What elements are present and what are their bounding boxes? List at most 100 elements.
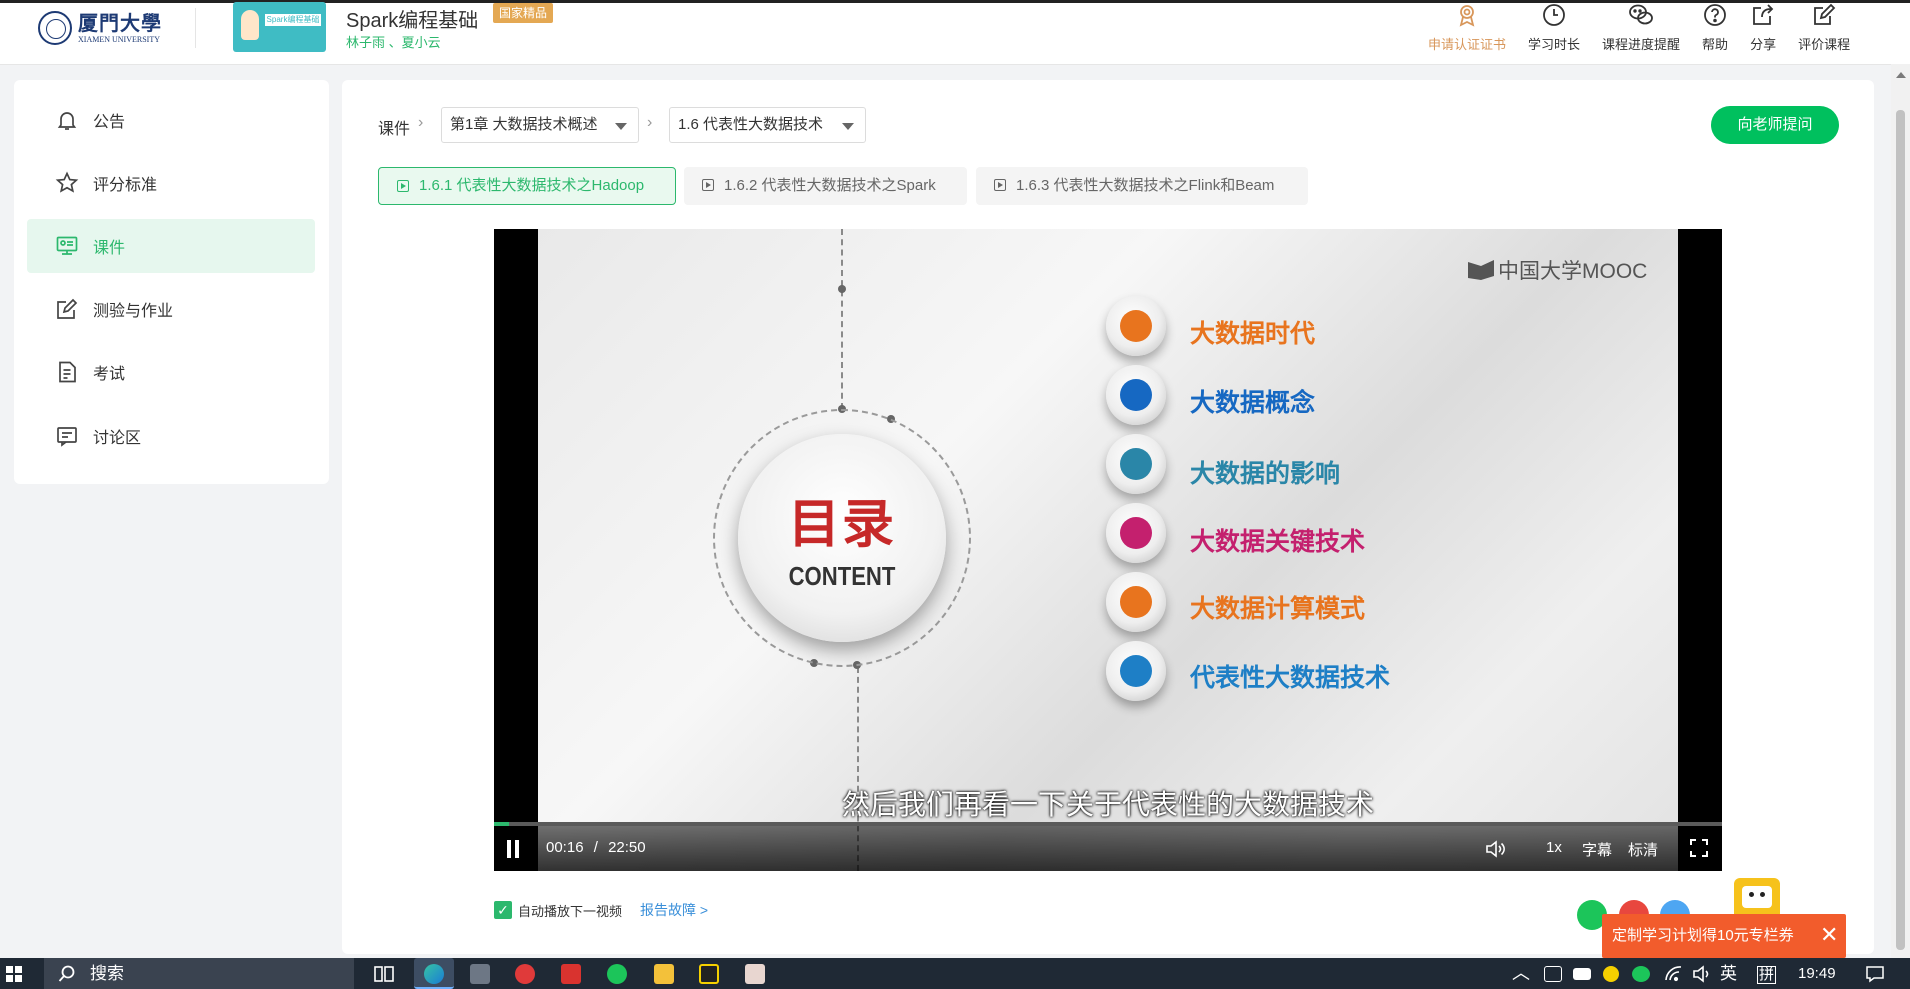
sidebar-item-exam[interactable]: 考试: [27, 345, 315, 399]
slide-item: 大数据关键技术: [1190, 528, 1366, 556]
tray-expand-icon[interactable]: ︿: [1512, 958, 1530, 989]
edge-browser-icon[interactable]: [414, 958, 454, 989]
wifi-icon[interactable]: [1664, 965, 1684, 983]
windows-start-icon[interactable]: [6, 966, 22, 982]
wechat-app-icon[interactable]: [607, 964, 627, 984]
breadcrumb-root[interactable]: 课件: [378, 115, 410, 139]
slide-decor-dot: [838, 285, 846, 293]
qq-tray-icon[interactable]: [1603, 966, 1619, 982]
progress-reminder-label: 课程进度提醒: [1602, 37, 1681, 52]
course-sidebar: 公告评分标准课件测验与作业考试讨论区: [14, 80, 329, 484]
university-logo[interactable]: 厦門大學 XIAMEN UNIVERSITY: [38, 6, 163, 50]
slide-bullet: [1106, 572, 1166, 632]
taskbar-search[interactable]: 搜索: [44, 958, 354, 989]
rate-course-label: 评价课程: [1798, 37, 1851, 52]
video-time: 00:16 / 22:50: [546, 839, 646, 856]
slide-title: 目录: [787, 496, 896, 554]
scrollbar-thumb[interactable]: [1896, 110, 1905, 950]
fullscreen-icon[interactable]: [1690, 839, 1708, 857]
chevron-right-icon: ›: [418, 114, 424, 131]
tab-spark[interactable]: 1.6.2 代表性大数据技术之Spark: [684, 167, 967, 205]
captions-button[interactable]: 字幕: [1582, 839, 1612, 860]
share-icon: [1753, 4, 1774, 25]
sidebar-item-label: 课件: [93, 240, 126, 257]
tab-flink-beam[interactable]: 1.6.3 代表性大数据技术之Flink和Beam: [976, 167, 1308, 205]
video-play-icon: [702, 179, 714, 191]
course-thumbnail[interactable]: Spark编程基础: [233, 2, 326, 52]
quality-button[interactable]: 标清: [1628, 839, 1658, 860]
course-title[interactable]: Spark编程基础: [346, 4, 478, 33]
study-time-button[interactable]: 学习时长: [1528, 0, 1580, 60]
search-icon: [58, 965, 75, 982]
chevron-down-icon: [842, 123, 854, 130]
video-subtitle: 然后我们再看一下关于代表性的大数据技术: [841, 789, 1374, 820]
notification-icon[interactable]: [1865, 965, 1885, 983]
windows-taskbar: 搜索 ︿ 英 拼 19:49: [0, 958, 1910, 989]
time-separator: /: [593, 839, 598, 856]
playback-speed-button[interactable]: 1x: [1546, 839, 1562, 856]
tab-spark-label: 1.6.2 代表性大数据技术之Spark: [724, 177, 936, 194]
tray-app-icon[interactable]: [1544, 966, 1562, 982]
task-view-icon[interactable]: [374, 965, 394, 983]
current-time: 00:16: [546, 839, 584, 856]
video-play-icon: [994, 179, 1006, 191]
chapter-select[interactable]: 第1章 大数据技术概述: [441, 107, 639, 143]
pause-icon[interactable]: [506, 840, 520, 858]
battery-icon[interactable]: [1573, 968, 1591, 980]
slide-item: 大数据概念: [1190, 389, 1316, 417]
section-select[interactable]: 1.6 代表性大数据技术: [669, 107, 866, 143]
app-icon[interactable]: [470, 964, 490, 984]
ask-teacher-button[interactable]: 向老师提问: [1711, 106, 1839, 144]
progress-reminder-button[interactable]: 课程进度提醒: [1602, 0, 1680, 60]
share-button[interactable]: 分享: [1750, 0, 1776, 60]
slide-item: 大数据计算模式: [1190, 595, 1366, 623]
scroll-up-icon[interactable]: [1896, 72, 1906, 78]
sidebar-item-label: 测验与作业: [93, 303, 174, 320]
netease-music-icon[interactable]: [515, 964, 535, 984]
discussion-icon: [57, 427, 77, 447]
ime-language[interactable]: 英: [1720, 958, 1737, 989]
autoplay-checkbox[interactable]: ✓: [494, 901, 512, 919]
slide-bullet: [1106, 641, 1166, 701]
thumbnail-figure: [241, 10, 259, 40]
main-panel: 课件 › 第1章 大数据技术概述 › 1.6 代表性大数据技术 向老师提问 1.…: [342, 80, 1874, 954]
sidebar-item-announcement[interactable]: 公告: [27, 93, 315, 147]
qq-app-icon[interactable]: [699, 964, 719, 984]
sidebar-item-courseware[interactable]: 课件: [27, 219, 315, 273]
quiz-icon: [57, 298, 78, 319]
help-button[interactable]: 帮助: [1702, 0, 1728, 60]
slide-bullet: [1106, 503, 1166, 563]
sidebar-item-grading[interactable]: 评分标准: [27, 156, 315, 210]
speaker-icon[interactable]: [1692, 965, 1712, 983]
chapter-select-value: 第1章 大数据技术概述: [450, 116, 598, 133]
rate-course-button[interactable]: 评价课程: [1798, 0, 1850, 60]
page-scrollbar[interactable]: [1891, 64, 1910, 958]
university-seal-icon: [38, 11, 72, 45]
taskbar-clock[interactable]: 19:49: [1798, 958, 1836, 989]
wps-icon[interactable]: [561, 964, 581, 984]
image-viewer-icon[interactable]: [745, 964, 765, 984]
sidebar-item-quiz-homework[interactable]: 测验与作业: [27, 282, 315, 336]
volume-icon[interactable]: [1484, 839, 1506, 859]
sidebar-item-discussion[interactable]: 讨论区: [27, 409, 315, 463]
report-issue-link[interactable]: 报告故障 >: [640, 900, 708, 920]
national-badge: 国家精品: [493, 3, 554, 23]
slide-decor-line: [841, 229, 843, 409]
certificate-icon: [1459, 5, 1475, 27]
ime-mode[interactable]: 拼: [1757, 966, 1777, 984]
promo-banner[interactable]: 定制学习计划得10元专栏券: [1602, 914, 1846, 958]
file-explorer-icon[interactable]: [654, 964, 674, 984]
star-icon: [55, 171, 79, 193]
chevron-down-icon: [615, 123, 627, 130]
tab-hadoop[interactable]: 1.6.1 代表性大数据技术之Hadoop: [378, 167, 676, 205]
video-player[interactable]: 中国大学MOOC 目录 CONTENT 大数据时代 大数据概念 大数据的影响 大…: [494, 229, 1722, 871]
clock-icon: [1543, 4, 1565, 26]
close-icon[interactable]: ✕: [1820, 922, 1838, 948]
apply-certificate-button[interactable]: 申请认证证书: [1428, 0, 1506, 60]
mooc-watermark-text: 中国大学MOOC: [1498, 260, 1648, 283]
course-teachers[interactable]: 林子雨 、夏小云: [346, 32, 441, 51]
help-icon: [1704, 4, 1726, 26]
section-select-value: 1.6 代表性大数据技术: [678, 116, 824, 133]
courseware-icon: [56, 236, 78, 255]
wechat-tray-icon[interactable]: [1632, 966, 1650, 982]
